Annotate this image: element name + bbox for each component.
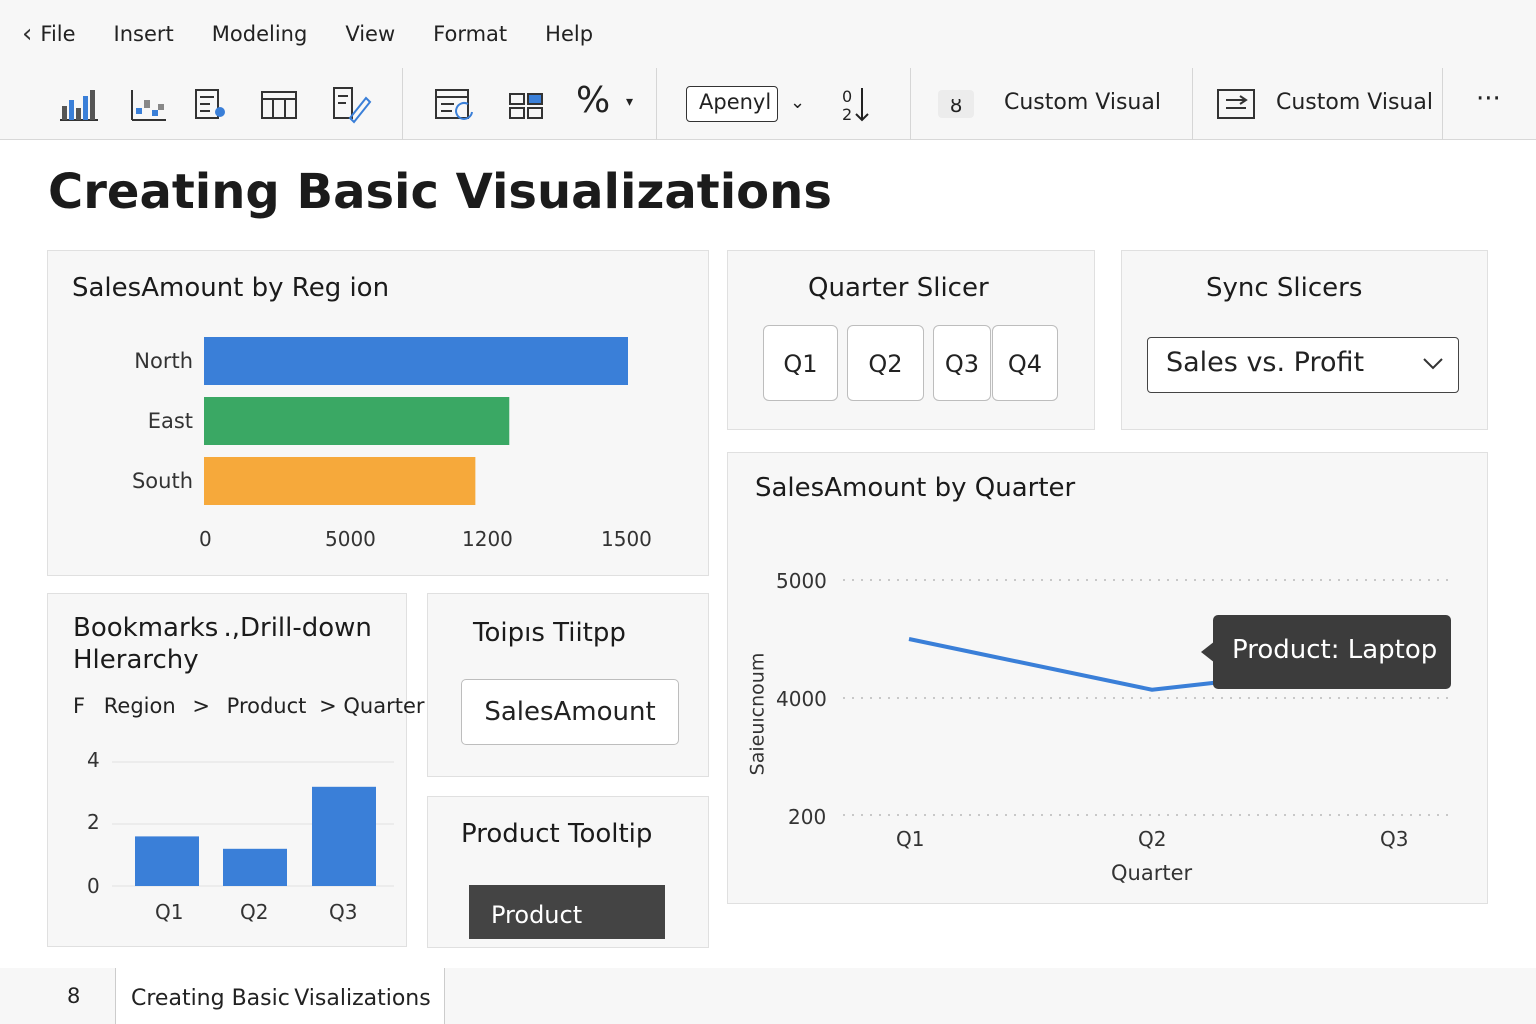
y-tick-5000: 5000	[776, 569, 827, 593]
custom-visual-icon[interactable]: ȣ	[936, 82, 980, 126]
drill-bar-q1	[135, 836, 199, 886]
tooltip-pointer	[1201, 641, 1215, 663]
y-tick-200: 200	[788, 805, 827, 829]
series-line	[908, 637, 1219, 692]
region-bar-east	[204, 397, 510, 445]
slicer-q2-button[interactable]: Q2	[847, 325, 924, 401]
stacked-chart-icon[interactable]	[126, 82, 170, 126]
toolbar-separator	[656, 68, 657, 140]
x-tick-q1: Q1	[155, 900, 184, 924]
svg-text:ȣ: ȣ	[950, 93, 962, 117]
dropdown-selected-value: Sales vs. Profit	[1166, 347, 1365, 378]
product-tooltip-panel: Product Tooltip Product	[427, 796, 709, 948]
percent-icon[interactable]: %	[576, 80, 610, 121]
x-tick-q2: Q2	[240, 900, 269, 924]
quarter-slicer-panel: Quarter Slicer Q1 Q2 Q3 Q4	[727, 250, 1095, 430]
toolbar-separator	[1442, 68, 1443, 140]
sort-icon[interactable]: 0 2	[836, 82, 880, 126]
x-tick-q2: Q2	[1138, 827, 1167, 851]
x-tick-q3: Q3	[329, 900, 358, 924]
menu-modeling[interactable]: Modeling	[212, 22, 308, 46]
ribbon-toolbar: % ▾ Apenyl ⌄ 0 2 ȣ Custom Visual Custom …	[0, 68, 1536, 140]
y-tick-2: 2	[87, 810, 100, 834]
y-tick-4000: 4000	[776, 687, 827, 711]
page-tab[interactable]: Creating Basic Visalizations	[115, 968, 445, 1024]
card-icon[interactable]	[188, 82, 232, 126]
region-bar-south	[204, 457, 476, 505]
menu-format[interactable]: Format	[433, 22, 507, 46]
custom-visual-button-2[interactable]: Custom Visual	[1276, 90, 1433, 115]
page-tab-label: Creating Basic Visalizations	[131, 986, 431, 1011]
quarter-slicer-title: Quarter Slicer	[808, 273, 989, 303]
sync-slicers-dropdown[interactable]: Sales vs. Profit	[1147, 337, 1459, 393]
x-tick-q3: Q3	[1380, 827, 1409, 851]
y-axis-label: Saieuıcnoum	[746, 652, 769, 776]
drill-bar-q2	[223, 848, 287, 886]
page-number: 8	[67, 984, 81, 1008]
product-tooltip-title: Product Tooltip	[461, 819, 653, 849]
drilldown-bar-chart	[112, 761, 394, 887]
region-bar-north	[204, 337, 628, 385]
status-bar: 8 Creating Basic Visalizations	[0, 968, 1536, 1024]
tooltips-title: Toiрıs Tiitpp	[473, 618, 626, 648]
sync-slicers-panel: Sync Slicers Sales vs. Profit	[1121, 250, 1488, 430]
grid-layout-icon[interactable]	[504, 82, 548, 126]
svg-text:2: 2	[842, 105, 852, 124]
tooltips-panel: Toiрıs Tiitpp SalesAmount	[427, 593, 709, 777]
x-tick-1: 5000	[325, 527, 376, 551]
percent-dropdown-icon[interactable]: ▾	[626, 94, 633, 110]
sync-slicers-title: Sync Slicers	[1206, 273, 1363, 303]
x-tick-q1: Q1	[896, 827, 925, 851]
menu-insert[interactable]: Insert	[114, 22, 174, 46]
chevron-down-icon[interactable]: ⌄	[790, 92, 805, 113]
drill-bar-q3	[312, 786, 376, 886]
y-tick-0: 0	[87, 874, 100, 898]
menu-help[interactable]: Help	[545, 22, 593, 46]
svg-text:0: 0	[842, 87, 852, 106]
slicer-q4-button[interactable]: Q4	[992, 325, 1058, 401]
y-tick-4: 4	[87, 748, 100, 772]
product-tooltip-chip[interactable]: Product	[469, 885, 665, 939]
x-tick-0: 0	[199, 527, 212, 551]
x-axis-label: Quarter	[1111, 861, 1193, 885]
menu-file[interactable]: File	[40, 22, 75, 46]
quarter-line-chart-panel[interactable]: SalesAmount by Quarter 5000 4000 200 Q1 …	[727, 452, 1488, 904]
refresh-table-icon[interactable]	[432, 82, 476, 126]
table-icon[interactable]	[258, 82, 302, 126]
custom-visual-button-1[interactable]: Custom Visual	[1004, 90, 1161, 115]
slicer-q1-button[interactable]: Q1	[763, 325, 838, 401]
page-title: Creating Basic Visualizations	[48, 164, 832, 220]
line-chart-tooltip: Product: Laptop	[1213, 615, 1451, 689]
toolbar-separator	[1192, 68, 1193, 140]
slicer-q3-button[interactable]: Q3	[933, 325, 991, 401]
menu-view[interactable]: View	[345, 22, 395, 46]
toolbar-separator	[402, 68, 403, 140]
menu-bar: ‹ File Insert Modeling View Format Help	[0, 0, 1536, 68]
chevron-down-icon	[1423, 358, 1443, 370]
drilldown-panel[interactable]: Bookmarks .,Drill-down Hlerarchy F Regio…	[47, 593, 425, 947]
font-selector[interactable]: Apenyl	[686, 86, 778, 122]
format-painter-icon[interactable]	[328, 82, 372, 126]
x-tick-2: 1200	[462, 527, 513, 551]
custom-visual-import-icon[interactable]	[1214, 82, 1258, 126]
region-bar-chart-panel[interactable]: SalesAmount by Reg ion North East South …	[47, 250, 709, 576]
chevron-left-icon[interactable]: ‹	[22, 19, 32, 49]
tooltip-field-well[interactable]: SalesAmount	[461, 679, 679, 745]
more-options-icon[interactable]: ···	[1476, 84, 1501, 114]
toolbar-separator	[910, 68, 911, 140]
column-chart-icon[interactable]	[56, 82, 100, 126]
x-tick-3: 1500	[601, 527, 652, 551]
